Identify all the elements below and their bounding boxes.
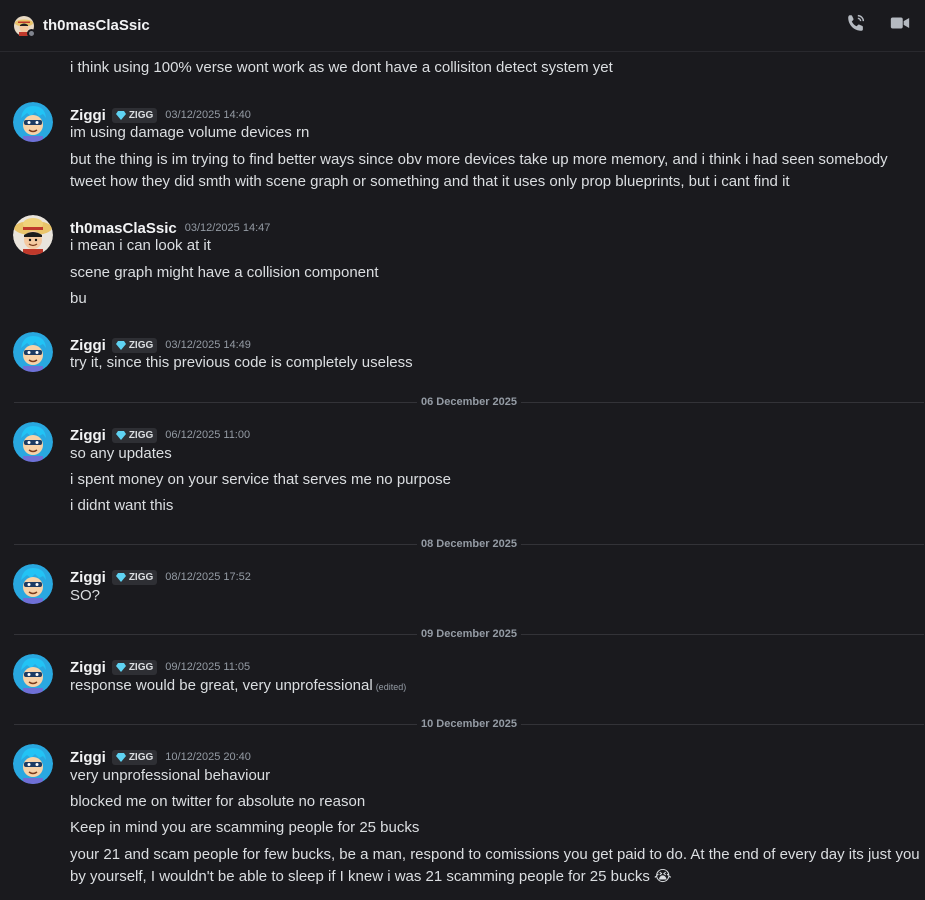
date-divider-label: 06 December 2025 bbox=[416, 395, 522, 409]
timestamp[interactable]: 06/12/2025 11:00 bbox=[165, 429, 250, 441]
thomas-avatar[interactable] bbox=[13, 215, 53, 255]
message-header: Ziggi ZIGG 09/12/2025 11:05 bbox=[70, 658, 250, 676]
message-header: Ziggi ZIGG 10/12/2025 20:40 bbox=[70, 748, 251, 766]
author-name[interactable]: Ziggi bbox=[70, 107, 106, 124]
ziggi-avatar[interactable] bbox=[13, 744, 53, 784]
diamond-icon bbox=[115, 572, 126, 582]
ziggi-avatar[interactable] bbox=[13, 654, 53, 694]
user-tag[interactable]: ZIGG bbox=[111, 107, 158, 123]
author-name[interactable]: Ziggi bbox=[70, 427, 106, 444]
user-tag[interactable]: ZIGG bbox=[111, 659, 158, 675]
author-name[interactable]: Ziggi bbox=[70, 749, 106, 766]
author-name[interactable]: Ziggi bbox=[70, 569, 106, 586]
user-tag[interactable]: ZIGG bbox=[111, 427, 158, 443]
ziggi-avatar-icon bbox=[13, 102, 53, 142]
timestamp[interactable]: 09/12/2025 11:05 bbox=[165, 661, 250, 673]
timestamp[interactable]: 03/12/2025 14:49 bbox=[165, 339, 251, 351]
diamond-icon bbox=[115, 110, 126, 120]
date-divider-label: 08 December 2025 bbox=[416, 537, 522, 551]
user-tag[interactable]: ZIGG bbox=[111, 749, 158, 765]
user-tag-label: ZIGG bbox=[128, 751, 154, 763]
message-text: but the thing is im trying to find bette… bbox=[70, 151, 888, 190]
ziggi-avatar-icon bbox=[13, 744, 53, 784]
date-divider: 10 December 2025 bbox=[14, 717, 924, 731]
user-tag-label: ZIGG bbox=[128, 661, 154, 673]
message-text: i think using 100% verse wont work as we… bbox=[70, 59, 613, 76]
edited-label: (edited) bbox=[375, 682, 407, 692]
diamond-icon bbox=[115, 340, 126, 350]
timestamp[interactable]: 03/12/2025 14:40 bbox=[165, 109, 251, 121]
author-name[interactable]: th0masClaSsic bbox=[70, 220, 177, 237]
message-text: SO? bbox=[70, 587, 101, 604]
message-text: very unprofessional behaviour bbox=[70, 767, 271, 784]
user-tag-label: ZIGG bbox=[128, 429, 154, 441]
message-text: your 21 and scam people for few bucks, b… bbox=[70, 844, 920, 888]
author-name[interactable]: Ziggi bbox=[70, 659, 106, 676]
user-tag-label: ZIGG bbox=[128, 571, 154, 583]
date-divider: 09 December 2025 bbox=[14, 627, 924, 641]
message-text-body: response would be great, very unprofessi… bbox=[70, 677, 373, 694]
message-header: Ziggi ZIGG 08/12/2025 17:52 bbox=[70, 568, 251, 586]
message-text: i didnt want this bbox=[70, 497, 174, 514]
dm-header: th0masClaSsic bbox=[0, 0, 925, 52]
date-divider-label: 10 December 2025 bbox=[416, 717, 522, 731]
user-tag-label: ZIGG bbox=[128, 109, 154, 121]
message-text: response would be great, very unprofessi… bbox=[70, 675, 920, 698]
message-text: Keep in mind you are scamming people for… bbox=[70, 819, 420, 836]
message-text: try it, since this previous code is comp… bbox=[70, 354, 413, 371]
status-indicator bbox=[27, 28, 36, 38]
header-avatar[interactable] bbox=[14, 15, 36, 38]
message-text: scene graph might have a collision compo… bbox=[70, 264, 379, 281]
message-text-body: your 21 and scam people for few bucks, b… bbox=[70, 846, 920, 885]
date-divider: 06 December 2025 bbox=[14, 395, 924, 409]
message-list: i think using 100% verse wont work as we… bbox=[0, 52, 925, 900]
message-text: i mean i can look at it bbox=[70, 237, 211, 254]
luffy-avatar-icon bbox=[13, 215, 53, 255]
ziggi-avatar[interactable] bbox=[13, 422, 53, 462]
diamond-icon bbox=[115, 430, 126, 440]
message-text: im using damage volume devices rn bbox=[70, 124, 310, 141]
date-divider: 08 December 2025 bbox=[14, 537, 924, 551]
author-name[interactable]: Ziggi bbox=[70, 337, 106, 354]
message-text: i spent money on your service that serve… bbox=[70, 471, 452, 488]
ziggi-avatar[interactable] bbox=[13, 102, 53, 142]
message-text: so any updates bbox=[70, 445, 172, 462]
ziggi-avatar-icon bbox=[13, 564, 53, 604]
user-tag[interactable]: ZIGG bbox=[111, 337, 158, 353]
timestamp[interactable]: 03/12/2025 14:47 bbox=[185, 222, 271, 234]
dm-title: th0masClaSsic bbox=[43, 17, 150, 34]
message-text: blocked me on twitter for absolute no re… bbox=[70, 793, 366, 810]
phone-call-icon[interactable] bbox=[845, 12, 867, 39]
ziggi-avatar-icon bbox=[13, 332, 53, 372]
crying-emoji: 😭 bbox=[654, 868, 672, 885]
diamond-icon bbox=[115, 752, 126, 762]
date-divider-label: 09 December 2025 bbox=[416, 627, 522, 641]
ziggi-avatar-icon bbox=[13, 654, 53, 694]
ziggi-avatar[interactable] bbox=[13, 564, 53, 604]
timestamp[interactable]: 08/12/2025 17:52 bbox=[165, 571, 251, 583]
user-tag[interactable]: ZIGG bbox=[111, 569, 158, 585]
ziggi-avatar[interactable] bbox=[13, 332, 53, 372]
message-text: bu bbox=[70, 290, 87, 307]
message-header: Ziggi ZIGG 06/12/2025 11:00 bbox=[70, 426, 250, 444]
timestamp[interactable]: 10/12/2025 20:40 bbox=[165, 751, 251, 763]
diamond-icon bbox=[115, 662, 126, 672]
user-tag-label: ZIGG bbox=[128, 339, 154, 351]
ziggi-avatar-icon bbox=[13, 422, 53, 462]
video-camera-icon[interactable] bbox=[889, 12, 911, 39]
